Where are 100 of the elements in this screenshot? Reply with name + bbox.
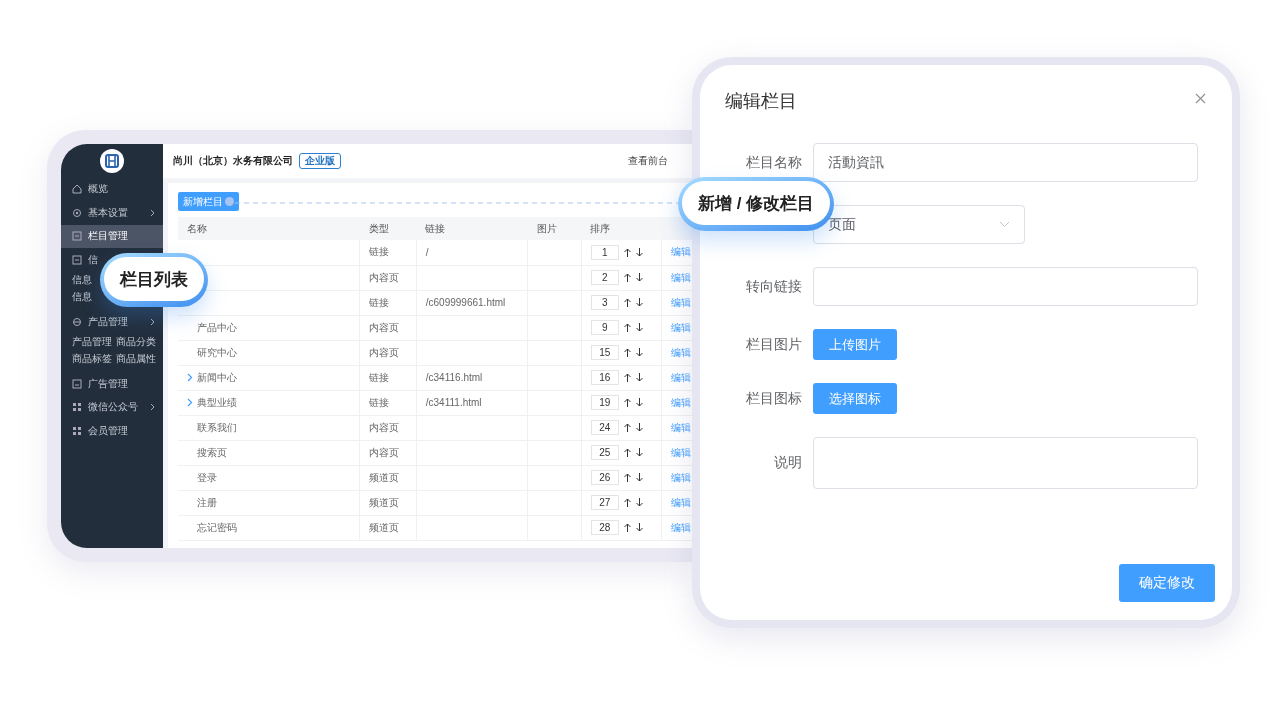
sidebar-item[interactable]: 基本设置: [61, 201, 163, 225]
table-cell: 内容页: [359, 340, 417, 365]
sidebar-item[interactable]: 概览: [61, 177, 163, 201]
table-cell: 频道页: [359, 490, 417, 515]
chevron-down-icon: [999, 221, 1010, 228]
table-cell: 频道页: [359, 465, 417, 490]
up-arrow-icon: [623, 323, 631, 332]
down-arrow-icon: [635, 247, 643, 257]
globe-icon: [72, 316, 82, 327]
list-icon: [72, 254, 82, 265]
table-cell: 产品中心: [197, 320, 237, 335]
table-cell: 搜索页: [197, 445, 227, 460]
table-cell: 注册: [197, 495, 217, 510]
submenu-item[interactable]: 商品分类: [116, 335, 156, 349]
sidebar-item[interactable]: 会员管理: [61, 419, 163, 443]
text-area[interactable]: [813, 437, 1198, 489]
sidebar-item[interactable]: 栏目管理: [61, 224, 163, 248]
grid-icon: [72, 425, 82, 436]
column-header: 名称: [178, 217, 360, 240]
order-field[interactable]: 9: [590, 320, 619, 335]
table-cell: 内容页: [359, 440, 417, 465]
table-cell: 链接: [359, 290, 417, 315]
submenu-item[interactable]: 信息: [72, 273, 92, 287]
down-arrow-icon: [635, 373, 643, 382]
close-icon[interactable]: [1195, 93, 1206, 104]
up-arrow-icon: [623, 423, 631, 432]
sidebar-item[interactable]: 信: [61, 248, 98, 272]
table-cell: 频道页: [359, 515, 417, 540]
submenu-item[interactable]: 产品管理: [72, 335, 112, 349]
order-field[interactable]: 16: [590, 370, 619, 385]
down-arrow-icon: [635, 323, 643, 332]
table-cell: 链接: [359, 390, 417, 415]
order-field[interactable]: 27: [590, 495, 619, 510]
order-field[interactable]: 25: [590, 445, 619, 460]
field-label: 栏目名称: [745, 153, 802, 172]
column-header: 类型: [359, 217, 417, 240]
down-arrow-icon: [635, 423, 643, 432]
table-cell: 联系我们: [197, 420, 237, 435]
table-cell: 登录: [197, 470, 217, 485]
column-header: 链接: [416, 217, 528, 240]
down-arrow-icon: [635, 473, 643, 482]
logo-icon: [100, 148, 124, 173]
order-field[interactable]: 3: [590, 295, 619, 310]
table-cell: /: [425, 246, 429, 258]
table-cell: 忘记密码: [197, 520, 237, 535]
sidebar-item[interactable]: 广告管理: [61, 372, 163, 396]
order-field[interactable]: 15: [590, 345, 619, 360]
header-link[interactable]: 查看前台: [628, 154, 668, 168]
table-cell: 内容页: [359, 415, 417, 440]
order-field[interactable]: 1: [590, 244, 619, 260]
gear-icon: [72, 207, 82, 218]
up-arrow-icon: [623, 373, 631, 382]
table-cell: 内容页: [359, 265, 417, 290]
table-cell: 研究中心: [197, 345, 237, 360]
down-arrow-icon: [635, 448, 643, 457]
company-name: 尚川（北京）水务有限公司: [173, 154, 293, 168]
field-label: 栏目图标: [745, 389, 802, 408]
order-field[interactable]: 24: [590, 420, 619, 435]
up-arrow-icon: [623, 348, 631, 357]
home-icon: [72, 184, 82, 195]
down-arrow-icon: [635, 348, 643, 357]
up-arrow-icon: [623, 498, 631, 507]
input-field[interactable]: [813, 267, 1198, 306]
field-label: 栏目图片: [745, 335, 802, 354]
column-header: 排序: [581, 217, 662, 240]
table-cell: 典型业绩: [197, 395, 237, 410]
up-arrow-icon: [623, 273, 631, 282]
order-field[interactable]: 26: [590, 470, 619, 485]
up-arrow-icon: [623, 448, 631, 457]
cursor-dot: [225, 197, 234, 206]
table-cell: /c609999661.html: [425, 297, 506, 308]
submenu-item[interactable]: 商品属性: [116, 352, 156, 366]
list-icon: [72, 231, 82, 242]
field-label: 说明: [773, 454, 802, 472]
order-field[interactable]: 28: [590, 520, 619, 535]
table-cell: 链接: [359, 365, 417, 390]
submenu-item[interactable]: 信息: [72, 290, 92, 304]
order-field[interactable]: 2: [590, 270, 619, 285]
up-arrow-icon: [623, 523, 631, 532]
order-field[interactable]: 19: [590, 395, 619, 410]
down-arrow-icon: [635, 273, 643, 282]
column-header: 图片: [527, 217, 582, 240]
down-arrow-icon: [635, 523, 643, 532]
submenu-item[interactable]: 商品标签: [72, 352, 112, 366]
sidebar-item[interactable]: 微信公众号: [61, 395, 163, 419]
up-arrow-icon: [623, 398, 631, 407]
down-arrow-icon: [635, 398, 643, 407]
table-cell: /c34111.html: [425, 397, 482, 408]
down-arrow-icon: [635, 498, 643, 507]
grid-icon: [72, 402, 82, 413]
field-label: 转向链接: [745, 277, 802, 296]
list-icon: [72, 378, 82, 389]
table-cell: 链接: [359, 240, 417, 265]
edition-badge: 企业版: [299, 153, 341, 169]
callout-tooltip: 栏目列表: [100, 253, 208, 307]
dialog-title: 编辑栏目: [725, 90, 797, 113]
input-field[interactable]: 活動資訊: [813, 143, 1198, 182]
up-arrow-icon: [623, 298, 631, 307]
table-cell: 内容页: [359, 315, 417, 340]
sidebar-item[interactable]: 产品管理: [61, 310, 163, 334]
